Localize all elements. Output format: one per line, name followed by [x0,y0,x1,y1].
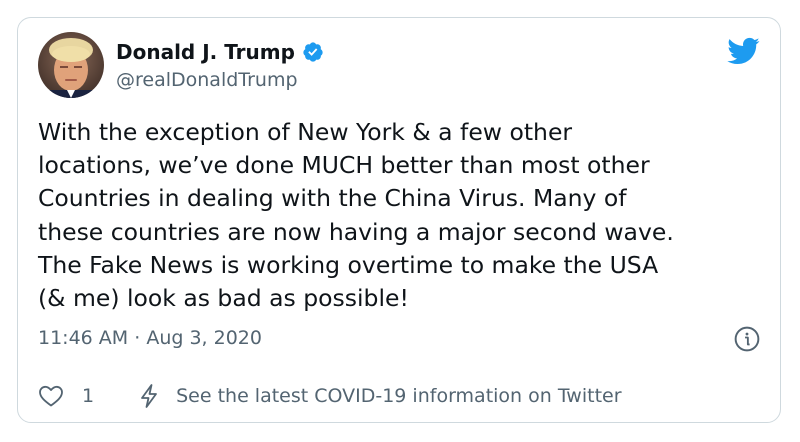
tweet-timestamp[interactable]: 11:46 AM · Aug 3, 2020 [38,326,262,350]
meta-separator: · [134,327,141,349]
covid-info-link[interactable]: See the latest COVID-19 information on T… [138,383,622,409]
like-count[interactable]: 1 [82,384,94,408]
tweet-actions: 1 See the latest COVID-19 information on… [38,383,622,409]
lightning-bolt-icon [141,384,157,408]
author-avatar[interactable] [38,32,104,98]
covid-info-text[interactable]: See the latest COVID-19 information on T… [176,384,621,408]
tweet-text: With the exception of New York & a few o… [38,118,674,313]
twitter-bird-icon[interactable] [726,36,760,66]
tweet-date[interactable]: Aug 3, 2020 [146,327,262,349]
tweet-time[interactable]: 11:46 AM [38,327,128,349]
avatar-photo [38,32,104,98]
verified-badge-icon [303,42,323,62]
tweet-card[interactable]: Donald J. Trump @realDonaldTrump With th… [17,17,781,423]
author-name-row[interactable]: Donald J. Trump [116,40,324,64]
divider [38,366,760,367]
author-handle[interactable]: @realDonaldTrump [116,68,298,92]
author-display-name[interactable]: Donald J. Trump [116,40,295,64]
info-icon[interactable] [734,326,760,352]
heart-icon[interactable] [38,384,64,408]
